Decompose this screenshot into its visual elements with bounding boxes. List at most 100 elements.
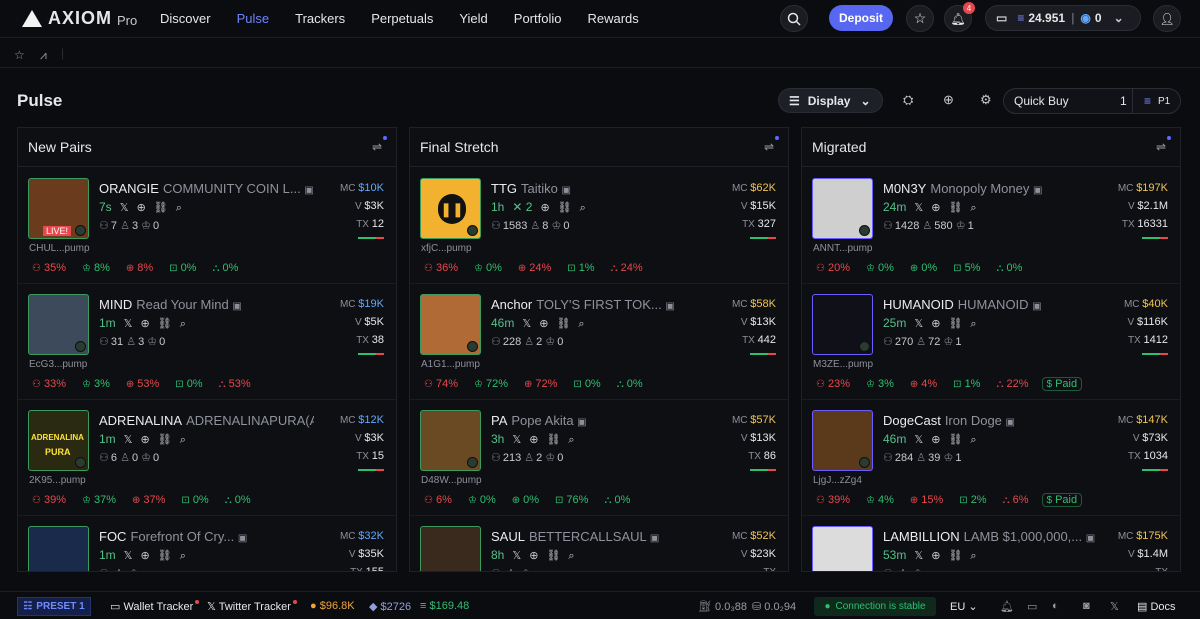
deposit-button[interactable]: Deposit <box>829 5 893 31</box>
globe-icon[interactable]: ⊕ <box>931 550 940 562</box>
blacklist-icon[interactable]: ⊕ <box>943 92 954 108</box>
x-icon[interactable]: 𝕏 <box>124 434 133 446</box>
globe-icon[interactable]: ⊕ <box>539 318 548 330</box>
globe-icon[interactable]: ⊕ <box>529 550 538 562</box>
nav-pulse[interactable]: Pulse <box>237 11 270 26</box>
link-icon[interactable]: ⛓︎ <box>556 318 570 330</box>
search-icon[interactable]: ⌕ <box>580 202 586 214</box>
token-card[interactable]: M3ZE...pump HUMANOID HUMANOID ▣ 25m 𝕏 ⊕ ⛓︎ ⌕ ⚇ 27… <box>802 284 1180 400</box>
nav-yield[interactable]: Yield <box>459 11 487 26</box>
copy-icon[interactable]: ▣ <box>650 533 659 544</box>
nav-portfolio[interactable]: Portfolio <box>514 11 562 26</box>
hide-tokens-icon[interactable]: ⛭ <box>903 92 913 108</box>
watchlist-button[interactable]: ☆ <box>906 5 934 32</box>
x-icon[interactable]: 𝕏 <box>914 434 923 446</box>
token-avatar[interactable]: LIVE! <box>28 178 89 239</box>
settings-icon[interactable]: ⚙ <box>980 92 992 108</box>
search-icon[interactable]: ⌕ <box>180 318 186 330</box>
token-address[interactable]: M3ZE...pump <box>813 359 873 370</box>
x-icon[interactable]: 𝕏 <box>124 550 133 562</box>
token-card[interactable]: EcG3...pump MIND Read Your Mind ▣ 1m 𝕏 ⊕ ⛓︎ ⌕ ⚇ 3… <box>18 284 396 400</box>
copy-icon[interactable]: ▣ <box>577 417 586 428</box>
twitter-tracker-button[interactable]: 𝕏 Twitter Tracker <box>207 600 297 613</box>
logo[interactable]: AXIOM Pro <box>22 8 137 29</box>
token-card[interactable]: FOCForefront Of Cry... ▣ 1m 𝕏 ⊕ ⛓︎ ⌕ ⚇ ♙ ♔ MC $… <box>18 516 396 571</box>
globe-icon[interactable]: ⊕ <box>931 318 940 330</box>
quick-buy-amount-input[interactable]: 1 <box>1120 94 1127 108</box>
link-icon[interactable]: ⛓︎ <box>948 550 962 562</box>
token-avatar[interactable] <box>812 526 873 571</box>
bell-icon[interactable]: 🔔︎ <box>1000 600 1014 613</box>
link-icon[interactable]: ⛓︎ <box>948 434 962 446</box>
token-avatar[interactable]: ADRENALINA PURA <box>28 410 89 471</box>
wallet-selector[interactable]: ▭ ≡ 24.951 | ◉ 0 ⌄ <box>985 5 1141 31</box>
account-button[interactable]: 👤︎ <box>1153 5 1181 32</box>
token-card[interactable]: LIVE! CHUL...pump ORANGIE COMMUNITY COIN L.… <box>18 168 396 284</box>
x-icon[interactable]: 𝕏 <box>914 550 923 562</box>
nav-perpetuals[interactable]: Perpetuals <box>371 11 433 26</box>
globe-icon[interactable]: ⊕ <box>141 434 150 446</box>
discord-icon[interactable]: ◙ <box>1083 600 1090 612</box>
link-icon[interactable]: ⛓︎ <box>558 202 572 214</box>
globe-icon[interactable]: ⊕ <box>529 434 538 446</box>
token-avatar[interactable] <box>28 294 89 355</box>
x-icon[interactable]: 𝕏 <box>120 202 129 214</box>
x-icon[interactable]: 𝕏 <box>914 318 923 330</box>
x-icon[interactable]: 𝕏 <box>522 318 531 330</box>
x-icon[interactable]: 𝕏 <box>512 434 521 446</box>
search-icon[interactable]: ⌕ <box>568 550 574 562</box>
link-icon[interactable]: ⛓︎ <box>154 202 168 214</box>
x-icon[interactable]: 𝕏 <box>1110 600 1119 613</box>
x-icon[interactable]: 𝕏 <box>512 550 521 562</box>
token-avatar[interactable] <box>420 526 481 571</box>
copy-icon[interactable]: ▣ <box>665 301 674 312</box>
search-icon[interactable]: ⌕ <box>970 550 976 562</box>
chart-icon[interactable]: ⩘ <box>40 48 47 63</box>
token-card[interactable]: SAULBETTERCALLSAUL ▣8h𝕏⊕⛓︎⌕⚇ ♙ ♔MC $52KV… <box>410 516 788 571</box>
nav-rewards[interactable]: Rewards <box>587 11 638 26</box>
palette-icon[interactable]: ◐ <box>1052 600 1059 612</box>
token-card[interactable]: A1G1...pump Anchor TOLY'S FIRST TOK... ▣ 46… <box>410 284 788 400</box>
preset-selector[interactable]: P1 <box>1158 96 1170 107</box>
search-icon[interactable]: ⌕ <box>176 202 182 214</box>
token-card[interactable]: ANNT...pump M0N3Y Monopoly Money ▣ 24m 𝕏 ⊕ ⛓︎ ⌕… <box>802 168 1180 284</box>
search-icon[interactable]: ⌕ <box>180 550 186 562</box>
link-icon[interactable]: ⛓︎ <box>158 318 172 330</box>
copy-icon[interactable]: ▣ <box>1006 417 1015 428</box>
link-icon[interactable]: ⛓︎ <box>546 550 560 562</box>
token-address[interactable]: 2K95...pump <box>29 475 86 486</box>
copy-icon[interactable]: ▣ <box>304 185 313 196</box>
token-address[interactable]: A1G1...pump <box>421 359 480 370</box>
copy-icon[interactable]: ▣ <box>1086 533 1095 544</box>
globe-icon[interactable]: ⊕ <box>540 202 549 214</box>
token-avatar[interactable] <box>28 526 89 571</box>
search-icon[interactable]: ⌕ <box>970 202 976 214</box>
x-icon[interactable]: 𝕏 <box>914 202 923 214</box>
token-address[interactable]: xfjC...pump <box>421 243 472 254</box>
filter-icon[interactable]: ⇌ <box>372 140 382 154</box>
token-address[interactable]: EcG3...pump <box>29 359 87 370</box>
search-icon[interactable]: ⌕ <box>578 318 584 330</box>
search-icon[interactable]: ⌕ <box>970 434 976 446</box>
search-button[interactable] <box>780 5 808 32</box>
token-avatar[interactable] <box>420 410 481 471</box>
copy-icon[interactable]: ▣ <box>232 301 241 312</box>
copy-icon[interactable]: ▣ <box>1032 301 1041 312</box>
token-address[interactable]: ANNT...pump <box>813 243 872 254</box>
region-selector[interactable]: EU ⌄ <box>950 600 978 613</box>
link-icon[interactable]: ⛓︎ <box>546 434 560 446</box>
token-card[interactable]: ADRENALINA PURA 2K95...pump ADRENALINA ADREN… <box>18 400 396 516</box>
preset-button[interactable]: ☷ PRESET 1 <box>17 597 91 616</box>
star-icon[interactable]: ☆ <box>14 48 25 62</box>
token-address[interactable]: D48W...pump <box>421 475 482 486</box>
token-card[interactable]: ❚❚ xfjC...pump TTG Taitiko ▣ 1h ✕ 2 ⊕ ⛓︎ ⌕ ⚇ 1583 … <box>410 168 788 284</box>
nav-trackers[interactable]: Trackers <box>295 11 345 26</box>
search-icon[interactable]: ⌕ <box>568 434 574 446</box>
token-card[interactable]: LjgJ...zZg4 DogeCast Iron Doge ▣ 46m 𝕏 ⊕ ⛓︎ ⌕ ⚇ 2… <box>802 400 1180 516</box>
token-avatar[interactable] <box>812 178 873 239</box>
link-icon[interactable]: ⛓︎ <box>158 434 172 446</box>
x-icon[interactable]: 𝕏 <box>124 318 133 330</box>
token-card[interactable]: D48W...pump PA Pope Akita ▣ 3h 𝕏 ⊕ ⛓︎ ⌕ ⚇ 213 ♙ 2 … <box>410 400 788 516</box>
link-icon[interactable]: ⛓︎ <box>158 550 172 562</box>
display-button[interactable]: ☰ Display ⌄ <box>778 88 883 113</box>
